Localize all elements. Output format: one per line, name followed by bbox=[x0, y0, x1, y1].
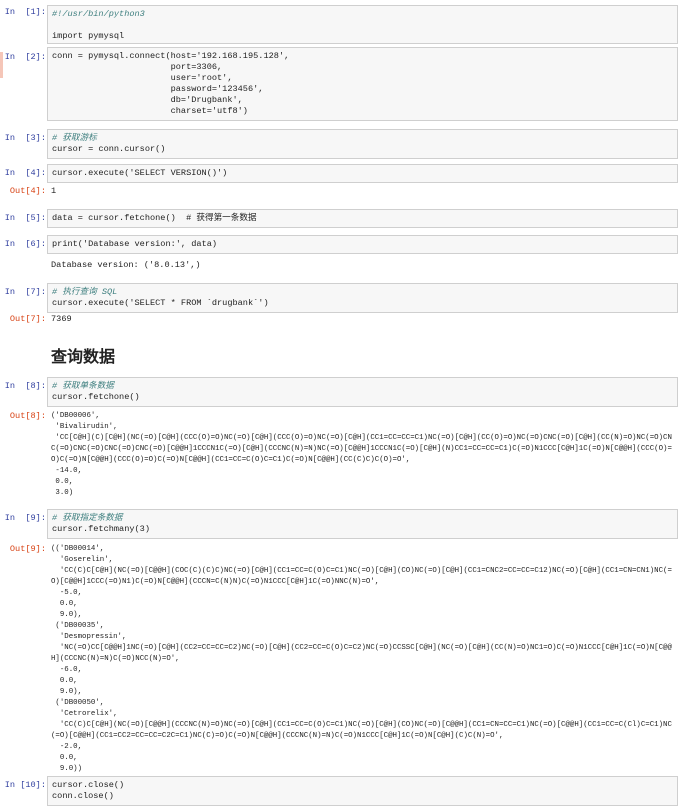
code-line: import pymysql bbox=[52, 31, 125, 41]
output-prompt: Out[9]: bbox=[9, 544, 46, 554]
code-editor[interactable]: data = cursor.fetchone() # 获得第一条数据 bbox=[47, 209, 678, 228]
code-editor[interactable]: # 执行查询 SQL cursor.execute('SELECT * FROM… bbox=[47, 283, 678, 313]
code-line: cursor.close() bbox=[52, 780, 125, 790]
code-line: port=3306, bbox=[52, 62, 223, 72]
code-line: print('Database version:', data) bbox=[52, 239, 218, 249]
code-editor[interactable]: #!/usr/bin/python3 import pymysql bbox=[47, 5, 678, 44]
output-prompt: Out[7]: bbox=[9, 314, 46, 324]
code-line: # 获取游标 bbox=[52, 133, 97, 143]
code-line: charset='utf8') bbox=[52, 106, 248, 116]
code-line: conn.close() bbox=[52, 791, 114, 801]
input-prompt: In [3]: bbox=[4, 133, 46, 143]
code-line: cursor.execute('SELECT * FROM `drugbank`… bbox=[52, 298, 269, 308]
code-line: # 执行查询 SQL bbox=[52, 287, 118, 297]
input-prompt: In [2]: bbox=[4, 52, 46, 62]
code-line: user='root', bbox=[52, 73, 233, 83]
input-prompt: In [4]: bbox=[4, 168, 46, 178]
code-line: cursor = conn.cursor() bbox=[52, 144, 166, 154]
cell-output: 1 bbox=[51, 186, 57, 196]
code-line: #!/usr/bin/python3 bbox=[52, 9, 145, 19]
code-line: password='123456', bbox=[52, 84, 264, 94]
code-line: data = cursor.fetchone() # 获得第一条数据 bbox=[52, 213, 257, 223]
cell-output: (('DB00014', 'Goserelin', 'CC(C)C[C@H](N… bbox=[51, 545, 672, 773]
markdown-heading: 查询数据 bbox=[51, 347, 116, 366]
cell-output: Database version: ('8.0.13',) bbox=[51, 260, 201, 270]
input-prompt: In [5]: bbox=[4, 213, 46, 223]
code-editor[interactable]: conn = pymysql.connect(host='192.168.195… bbox=[47, 47, 678, 121]
code-editor[interactable]: # 获取游标 cursor = conn.cursor() bbox=[47, 129, 678, 159]
input-prompt: In [1]: bbox=[4, 7, 46, 17]
code-editor[interactable]: cursor.close() conn.close() bbox=[47, 776, 678, 806]
code-editor[interactable]: # 获取单条数据 cursor.fetchone() bbox=[47, 377, 678, 407]
code-line: cursor.fetchmany(3) bbox=[52, 524, 150, 534]
cell-output: 7369 bbox=[51, 314, 72, 324]
code-editor[interactable]: cursor.execute('SELECT VERSION()') bbox=[47, 164, 678, 183]
input-prompt: In [7]: bbox=[4, 287, 46, 297]
cell-output: ('DB00006', 'Bivalirudin', 'CC[C@H](C)[C… bbox=[51, 412, 672, 497]
input-prompt: In [9]: bbox=[4, 513, 46, 523]
code-line: db='Drugbank', bbox=[52, 95, 243, 105]
output-prompt: Out[4]: bbox=[9, 186, 46, 196]
code-line: cursor.fetchone() bbox=[52, 392, 140, 402]
output-prompt: Out[8]: bbox=[9, 411, 46, 421]
code-line: # 获取指定条数据 bbox=[52, 513, 123, 523]
input-prompt: In [10]: bbox=[4, 780, 46, 790]
selected-cell-indicator bbox=[0, 52, 3, 78]
code-line: cursor.execute('SELECT VERSION()') bbox=[52, 168, 228, 178]
input-prompt: In [8]: bbox=[4, 381, 46, 391]
code-line: conn = pymysql.connect(host='192.168.195… bbox=[52, 51, 290, 61]
code-editor[interactable]: print('Database version:', data) bbox=[47, 235, 678, 254]
code-line: # 获取单条数据 bbox=[52, 381, 114, 391]
input-prompt: In [6]: bbox=[4, 239, 46, 249]
code-editor[interactable]: # 获取指定条数据 cursor.fetchmany(3) bbox=[47, 509, 678, 539]
